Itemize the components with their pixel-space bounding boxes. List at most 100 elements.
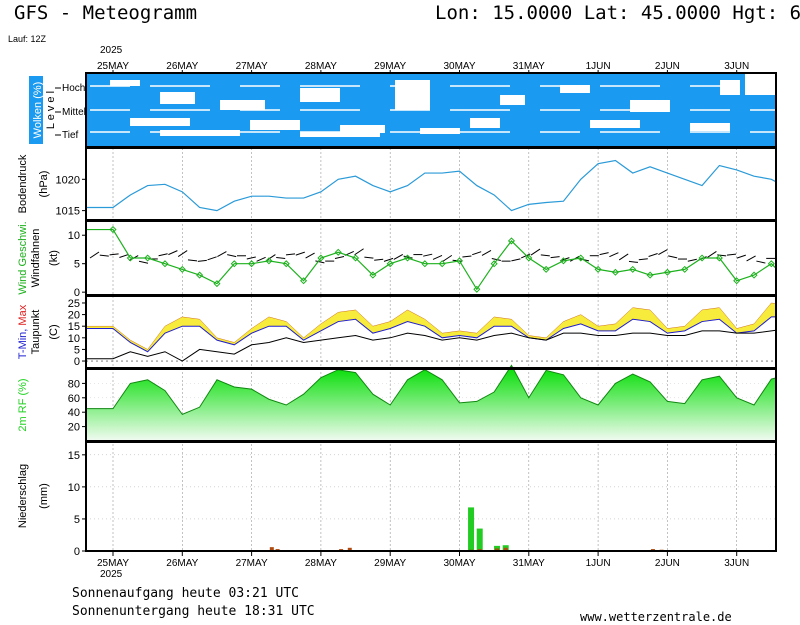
wind-speed-axis-label: Wind Geschwi. (17, 221, 29, 294)
temp-tick-label: 10 (68, 333, 80, 345)
pressure-unit-label: (hPa) (38, 171, 50, 198)
wind-barb (207, 256, 217, 261)
wind-barb (726, 253, 737, 256)
precip-bar-convective (468, 507, 475, 551)
humidity-tick-label: 60 (68, 393, 80, 405)
wind-barb (648, 253, 658, 257)
clear-sky-patch (250, 120, 300, 130)
wind-barb (364, 256, 374, 259)
wind-barb (638, 258, 648, 261)
wind-barb (285, 253, 296, 256)
wind-barb (599, 252, 609, 256)
wind-barb (305, 252, 315, 259)
humidity-tick-label: 20 (68, 422, 80, 434)
temperature-unit-label: (C) (48, 324, 60, 339)
wind-barb (374, 258, 384, 261)
tmin-axis-label: T-Min, (17, 326, 29, 360)
bottom-day-label: 2JUN (655, 558, 680, 569)
clear-sky-patch (160, 130, 240, 136)
precip-tick-label: 0 (74, 546, 80, 558)
wind-barb (99, 254, 109, 257)
wind-barb (217, 251, 227, 258)
clear-sky-patch (160, 92, 195, 104)
wind-barb (668, 255, 678, 259)
precip-tick-label: 5 (74, 514, 80, 526)
wind-barb (423, 253, 433, 257)
wind-barb (658, 249, 668, 256)
clear-sky-patch (420, 128, 460, 134)
precip-unit-label: (mm) (38, 483, 50, 509)
clear-sky-patch (720, 80, 740, 95)
wind-barb (442, 254, 453, 262)
wind-barb (736, 254, 746, 259)
wind-barb (383, 257, 394, 262)
wind-speed-point (786, 278, 792, 284)
bottom-year-label: 2025 (100, 569, 123, 580)
pressure-tick-label: 1020 (56, 174, 80, 186)
cloud-level-label: Mittel (62, 107, 86, 118)
clear-sky-patch (690, 123, 730, 131)
wind-barb-axis-label: Windfahnen (30, 229, 42, 288)
clear-sky-patch (220, 100, 265, 110)
wind-barb (609, 252, 619, 258)
cloud-level-label: Hoch (62, 83, 85, 94)
wind-tick-label: 10 (68, 230, 80, 242)
bottom-day-label: 1JUN (586, 558, 611, 569)
humidity-axis-label: 2m RF (%) (17, 378, 29, 431)
clear-sky-patch (470, 118, 500, 128)
precip-bar-convective (476, 528, 483, 551)
clear-sky-patch (110, 80, 140, 86)
wind-barb (432, 255, 443, 260)
bottom-day-label: 25MAY (97, 558, 129, 569)
bottom-day-label: 31MAY (513, 558, 545, 569)
wind-barb (119, 254, 129, 258)
wind-barb (540, 254, 550, 257)
temperature-axis-label: T-Min, Max (17, 304, 29, 359)
pressure-line (86, 159, 776, 212)
wind-barb (227, 254, 237, 258)
wind-barb (89, 251, 100, 259)
clouds-axis-label: Wolken (%) (32, 82, 44, 139)
wind-barb (481, 250, 492, 256)
wind-barb (168, 250, 178, 256)
wind-speed-line (86, 228, 776, 291)
wind-barb (707, 251, 717, 258)
wind-barb (530, 248, 541, 256)
sunrise-info: Sonnenaufgang heute 03:21 UTC (72, 586, 299, 601)
sunset-info: Sonnenuntergang heute 18:31 UTC (72, 604, 315, 619)
wind-barb (550, 256, 560, 259)
wind-barb (109, 253, 119, 256)
clear-sky-patch (130, 118, 190, 126)
wind-barb (158, 253, 168, 257)
bottom-day-label: 27MAY (236, 558, 268, 569)
clouds-level-axis-label: L e v e l (45, 91, 57, 129)
temp-tick-label: 20 (68, 310, 80, 322)
clear-sky-patch (395, 80, 430, 110)
wind-barb (334, 255, 345, 259)
wind-barb (393, 253, 404, 260)
temp-tick-label: 5 (74, 344, 80, 356)
pressure-axis-label: Bodendruck (17, 154, 29, 213)
clear-sky-patch (500, 95, 525, 105)
bottom-day-label: 26MAY (166, 558, 198, 569)
humidity-tick-label: 80 (68, 378, 80, 390)
wind-barb (628, 260, 639, 263)
precip-tick-label: 10 (68, 482, 80, 494)
clear-sky-patch (300, 88, 340, 102)
wind-barb (462, 255, 472, 258)
temp-tick-label: 15 (68, 321, 80, 333)
meteogram-chart: HochMittelTief10151020051005101520252040… (17, 61, 792, 569)
bottom-day-label: 29MAY (374, 558, 406, 569)
wind-barb (256, 256, 266, 262)
bottom-day-label: 30MAY (443, 558, 475, 569)
wind-barb (687, 258, 697, 262)
cloud-level-label: Tief (62, 130, 79, 141)
panel-frame-precip (85, 441, 777, 552)
website-link[interactable]: www.wetterzentrale.de (580, 610, 732, 624)
temp-tick-label: 0 (74, 356, 80, 368)
wind-barb (618, 253, 629, 261)
wind-barb (472, 251, 482, 256)
wind-barb (197, 259, 207, 262)
wind-barb (511, 258, 521, 262)
wind-barb (295, 251, 305, 256)
